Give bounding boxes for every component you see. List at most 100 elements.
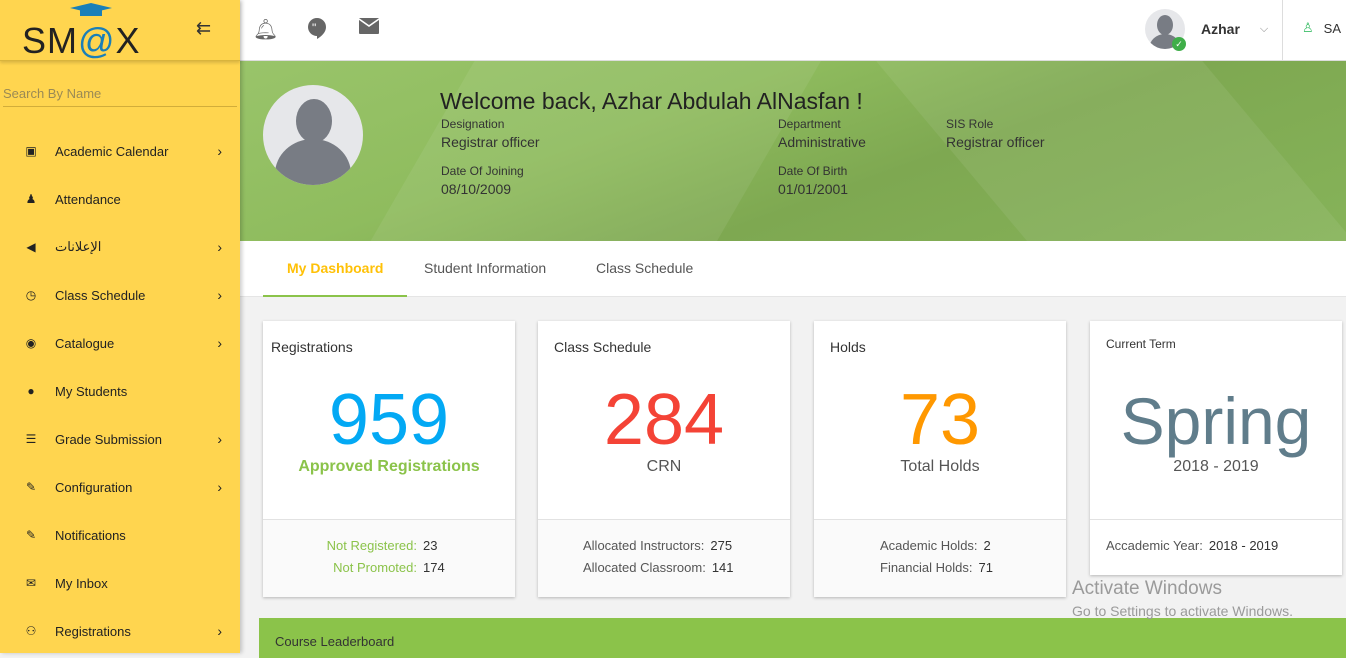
notification-icon: ✎ [25,528,37,542]
person-icon: ♟ [25,192,37,206]
card-value: 284 [603,380,725,460]
holds-card[interactable]: Holds 73 Total Holds Academic Holds: 2 Fi… [814,321,1066,597]
designation-value: Registrar officer [441,134,540,150]
chevron-right-icon: › [217,287,222,303]
mail-icon[interactable] [357,17,381,41]
sidebar-item-label: Catalogue [55,335,115,351]
language-label: SA [1323,20,1341,36]
chevron-right-icon: › [217,623,222,639]
sidebar-item-3[interactable]: ◷ Class Schedule › [0,271,240,319]
chevron-right-icon: › [217,431,222,447]
card-title: Current Term [1106,337,1176,351]
sidebar-item-10[interactable]: ⚇ Registrations › [0,607,240,655]
people-icon: ⚇ [25,624,37,638]
stat-label: Not Registered: [326,538,417,553]
sidebar-item-label: Class Schedule [55,287,146,303]
search-input[interactable] [3,86,237,101]
card-subtitle: CRN [646,458,682,475]
sidebar-item-9[interactable]: ✉ My Inbox [0,559,240,607]
dob-value: 01/01/2001 [778,181,849,197]
stat-label: Accademic Year: [1106,538,1203,553]
sidebar-item-label: My Students [55,383,128,399]
card-title: Holds [830,339,866,355]
card-subtitle: Approved Registrations [298,458,480,475]
activate-windows-title: Activate Windows [1072,578,1222,599]
card-subtitle: Total Holds [900,458,980,475]
megaphone-icon: ◀ [26,240,36,254]
tab-student-information[interactable]: Student Information [400,241,570,297]
sidebar-item-label: Notifications [55,527,126,543]
svg-text:": " [312,21,316,35]
stat-label: Financial Holds: [880,560,973,575]
chevron-right-icon: › [217,335,222,351]
current-term-card[interactable]: Current Term Spring 2018 - 2019 Accademi… [1090,321,1342,575]
language-selector[interactable]: ♙ SA [1302,20,1341,36]
sidebar-item-8[interactable]: ✎ Notifications [0,511,240,559]
logo: SM@X ⇇ [0,0,240,61]
sidebar-item-2[interactable]: ◀ الإعلانات › [0,223,240,271]
stat-label: Not Promoted: [333,560,417,575]
mail-icon: ✉ [25,576,37,590]
stat-value: 275 [710,538,733,553]
account-icon: ● [27,384,35,398]
sidebar-item-6[interactable]: ☰ Grade Submission › [0,415,240,463]
doj-label: Date Of Joining [441,164,524,178]
stat-label: Allocated Instructors: [583,538,705,553]
chevron-down-icon: ⌵ [1259,22,1269,35]
department-label: Department [778,117,841,131]
card-value: Spring [1120,384,1312,458]
alarm-bell-icon[interactable]: 🔔︎ [253,17,278,41]
sidebar-item-4[interactable]: ◉ Catalogue › [0,319,240,367]
stat-value: 141 [711,560,734,575]
divider [1282,0,1283,61]
designation-label: Designation [441,117,505,131]
stat-value: 174 [423,560,445,575]
search-field[interactable] [3,86,237,107]
sidebar: SM@X ⇇ ▣ Academic Calendar › ♟ Attendance ◀ ال… [0,0,240,653]
schedule-icon: ◷ [25,288,37,302]
welcome-title: Welcome back, Azhar Abdulah AlNasfan ! [440,88,863,114]
topbar: 🔔︎ " Azhar ⌵ ♙ SA [240,0,1346,61]
role-label: SIS Role [946,117,994,131]
sidebar-item-5[interactable]: ● My Students [0,367,240,415]
calendar-icon: ▣ [25,144,37,158]
role-value: Registrar officer [946,134,1045,150]
sidebar-item-0[interactable]: ▣ Academic Calendar › [0,127,240,175]
sidebar-item-7[interactable]: ✎ Configuration › [0,463,240,511]
online-status-icon: ✓ [1172,37,1186,51]
dob-label: Date Of Birth [778,164,848,178]
chevron-right-icon: › [217,479,222,495]
chat-quote-icon[interactable]: " [305,17,329,41]
sidebar-item-1[interactable]: ♟ Attendance [0,175,240,223]
tab-my-dashboard[interactable]: My Dashboard [263,241,408,297]
sidebar-item-label: Academic Calendar [55,143,169,159]
user-menu[interactable]: Azhar ⌵ [1145,9,1268,49]
stat-value: 2018 - 2019 [1208,538,1279,553]
tab-bar: My Dashboard Student Information Class S… [240,241,1346,297]
profile-banner: Welcome back, Azhar Abdulah AlNasfan ! D… [240,61,1346,241]
sidebar-item-label: My Inbox [55,575,108,591]
config-icon: ✎ [25,480,37,494]
class-schedule-card[interactable]: Class Schedule 284 CRN Allocated Instruc… [538,321,790,597]
profile-avatar [263,85,363,185]
sidebar-item-label: Attendance [55,191,121,207]
card-value: 73 [899,380,981,460]
chevron-right-icon: › [217,239,222,255]
sidebar-menu: ▣ Academic Calendar › ♟ Attendance ◀ الإعلانات… [0,127,240,655]
sidebar-item-label: Grade Submission [55,431,162,447]
saudi-flag-icon: ♙ [1302,20,1314,35]
tab-class-schedule[interactable]: Class Schedule [572,241,717,297]
stat-value: 23 [423,538,438,553]
course-leaderboard-header: Course Leaderboard [259,618,1346,658]
disc-icon: ◉ [25,336,37,350]
sidebar-item-label: Configuration [55,479,133,495]
registrations-card[interactable]: Registrations 959 Approved Registrations… [263,321,515,597]
list-icon: ☰ [25,432,37,446]
stat-label: Allocated Classroom: [583,560,706,575]
stat-label: Academic Holds: [880,538,978,553]
card-title: Class Schedule [554,339,652,355]
collapse-menu-icon[interactable]: ⇇ [196,18,211,39]
card-value: 959 [328,380,450,460]
graduation-cap-icon [70,3,112,16]
doj-value: 08/10/2009 [441,181,512,197]
